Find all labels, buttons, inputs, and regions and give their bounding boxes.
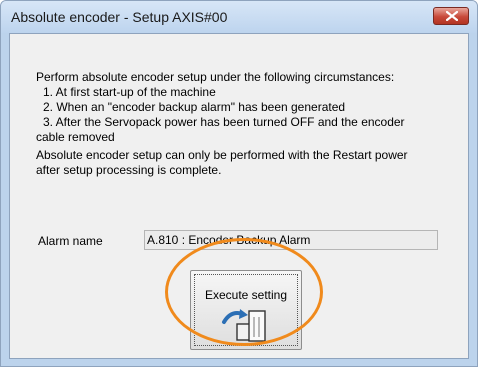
close-button[interactable] (433, 7, 469, 25)
instructions-item-2: 2. When an "encoder backup alarm" has be… (43, 100, 346, 114)
instructions-item-3: 3. After the Servopack power has been tu… (43, 115, 405, 129)
alarm-name-label: Alarm name (38, 234, 103, 248)
dialog-window: Absolute encoder - Setup AXIS#00 Perform… (0, 0, 478, 367)
setup-note: Absolute encoder setup can only be perfo… (36, 148, 408, 162)
execute-setting-label: Execute setting (204, 288, 288, 302)
instructions-intro: Perform absolute encoder setup under the… (36, 70, 395, 84)
instructions-item-1: 1. At first start-up of the machine (43, 85, 216, 99)
title-bar[interactable]: Absolute encoder - Setup AXIS#00 (1, 1, 477, 33)
dialog-content: Perform absolute encoder setup under the… (9, 33, 469, 359)
encoder-setup-icon (222, 309, 266, 342)
instructions-item-3-cont: cable removed (36, 130, 115, 144)
alarm-name-field: A.810 : Encoder Backup Alarm (144, 230, 438, 250)
setup-note-cont: after setup processing is complete. (36, 163, 222, 177)
execute-setting-button[interactable]: Execute setting (190, 270, 302, 350)
close-icon (446, 11, 458, 21)
window-title: Absolute encoder - Setup AXIS#00 (11, 9, 228, 25)
